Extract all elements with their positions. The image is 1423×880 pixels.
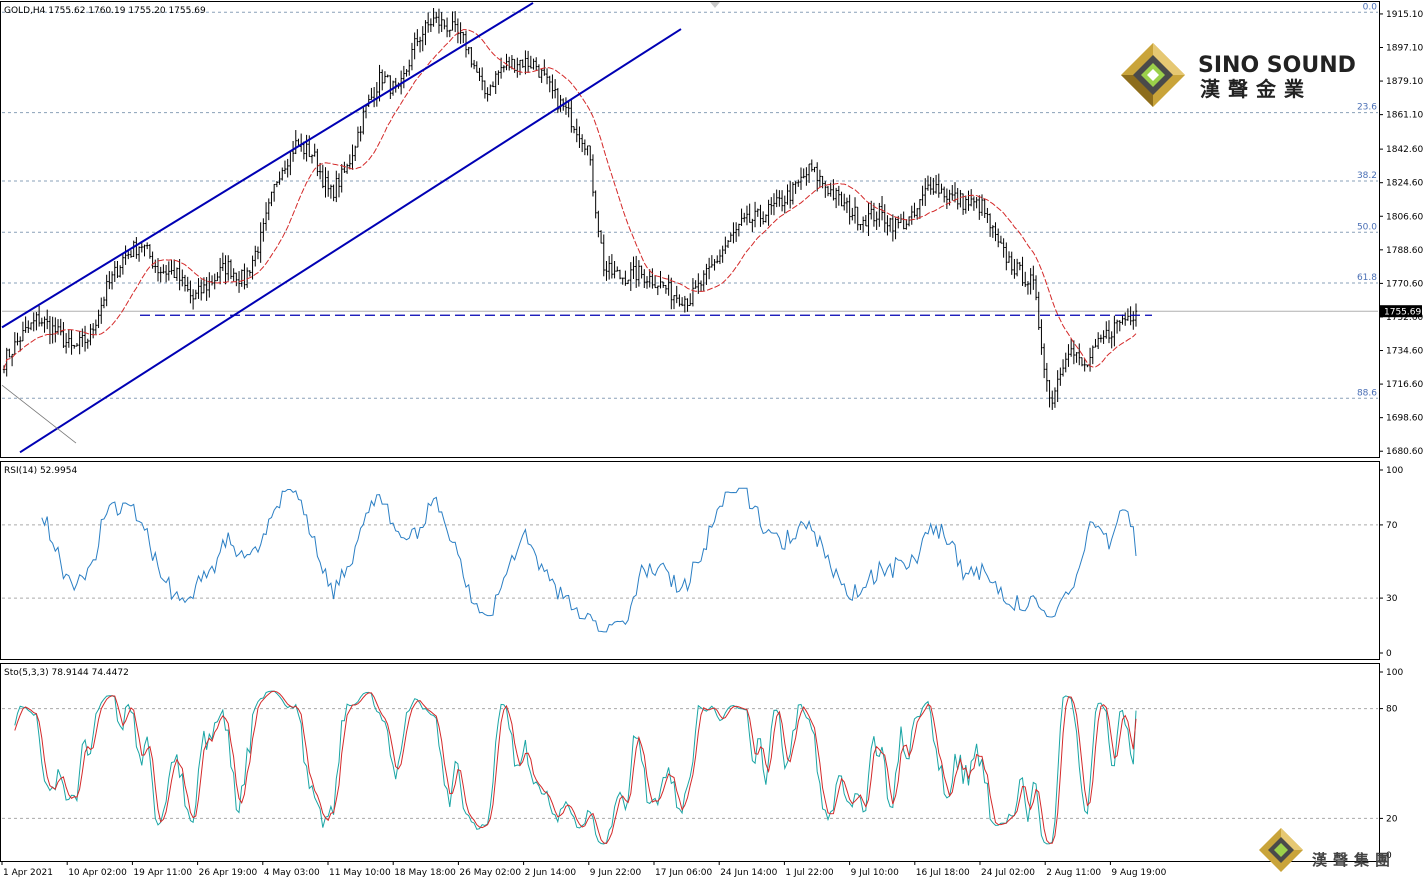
time-tick-label: 24 Jul 02:00 xyxy=(981,868,1035,878)
rsi-tick-label: 70 xyxy=(1386,521,1398,531)
time-tick-label: 9 Jun 22:00 xyxy=(590,868,642,878)
price-tick-label: 1770.60 xyxy=(1386,279,1423,289)
time-tick-label: 1 Apr 2021 xyxy=(3,868,53,878)
logo-name-en: SINO SOUND xyxy=(1198,53,1356,78)
rsi-tick-label: 0 xyxy=(1386,649,1392,659)
fib-level-label: 23.6 xyxy=(1357,103,1377,113)
sto-tick-label: 100 xyxy=(1386,668,1403,678)
symbol-header: GOLD,H4 1755.62 1760.19 1755.20 1755.69 xyxy=(4,6,206,16)
fib-level-label: 88.6 xyxy=(1357,388,1377,398)
time-tick-label: 19 Apr 11:00 xyxy=(133,868,192,878)
rsi-header: RSI(14) 52.9954 xyxy=(4,466,77,476)
time-tick-label: 2 Aug 11:00 xyxy=(1046,868,1101,878)
time-tick-label: 16 Jul 18:00 xyxy=(916,868,970,878)
price-tick-label: 1680.60 xyxy=(1386,447,1423,457)
time-tick-label: 2 Jun 14:00 xyxy=(525,868,577,878)
price-tick-label: 1897.10 xyxy=(1386,44,1423,54)
price-tick-label: 1806.60 xyxy=(1386,212,1423,222)
time-tick-label: 26 May 02:00 xyxy=(459,868,521,878)
sto-header: Sto(5,3,3) 78.9144 74.4472 xyxy=(4,668,129,678)
fib-level-label: 38.2 xyxy=(1357,171,1377,181)
time-tick-label: 10 Apr 02:00 xyxy=(68,868,127,878)
chart-background xyxy=(0,0,1423,880)
price-tick-label: 1861.10 xyxy=(1386,111,1423,121)
sto-tick-label: 80 xyxy=(1386,705,1398,715)
rsi-tick-label: 100 xyxy=(1386,466,1403,476)
time-tick-label: 1 Jul 22:00 xyxy=(785,868,834,878)
time-tick-label: 24 Jun 14:00 xyxy=(720,868,777,878)
sto-tick-label: 20 xyxy=(1386,814,1398,824)
time-tick-label: 9 Jul 10:00 xyxy=(851,868,900,878)
price-tick-label: 1788.60 xyxy=(1386,246,1423,256)
logo-name-cn: 漢聲金業 xyxy=(1200,77,1312,101)
price-tick-label: 1824.60 xyxy=(1386,179,1423,189)
current-price-label: 1755.69 xyxy=(1384,308,1421,318)
price-tick-label: 1879.10 xyxy=(1386,77,1423,87)
time-tick-label: 11 May 10:00 xyxy=(329,868,391,878)
trading-chart[interactable]: 0.0 23.6 38.2 50.0 61.8 88.6 1915.10 1897.10 18… xyxy=(0,0,1423,880)
time-tick-label: 4 May 03:00 xyxy=(264,868,320,878)
price-tick-label: 1734.60 xyxy=(1386,347,1423,357)
fib-level-label: 50.0 xyxy=(1357,222,1377,232)
fib-level-label: 61.8 xyxy=(1357,273,1377,283)
price-tick-label: 1698.60 xyxy=(1386,414,1423,424)
time-tick-label: 18 May 18:00 xyxy=(394,868,456,878)
price-tick-label: 1842.60 xyxy=(1386,145,1423,155)
price-tick-label: 1716.60 xyxy=(1386,380,1423,390)
time-tick-label: 17 Jun 06:00 xyxy=(655,868,712,878)
time-tick-label: 9 Aug 19:00 xyxy=(1111,868,1166,878)
fib-level-label: 0.0 xyxy=(1363,2,1378,12)
time-tick-label: 26 Apr 19:00 xyxy=(199,868,258,878)
rsi-tick-label: 30 xyxy=(1386,594,1398,604)
corner-logo-cn: 漢聲集團 xyxy=(1312,851,1396,869)
price-tick-label: 1915.10 xyxy=(1386,10,1423,20)
